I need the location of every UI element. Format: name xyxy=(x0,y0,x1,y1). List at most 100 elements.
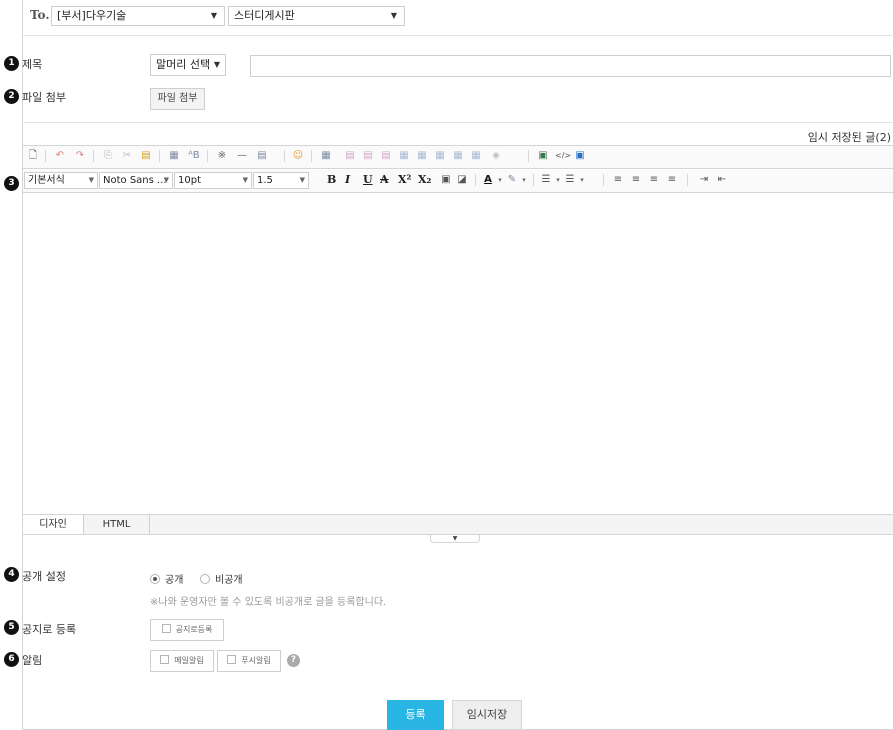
paragraph-style-select[interactable]: 기본서식 ▼ xyxy=(24,172,98,189)
italic-button[interactable]: I xyxy=(345,173,350,186)
mail-alarm-label: 메일알림 xyxy=(174,656,204,665)
underline-button[interactable]: U xyxy=(363,173,373,186)
table-cell-icon[interactable]: ▦ xyxy=(433,149,447,163)
table-insert-icon[interactable]: ▦ xyxy=(451,149,465,163)
bold-button[interactable]: B xyxy=(327,173,336,186)
special-char-icon[interactable]: ※ xyxy=(215,149,229,163)
visibility-private-label: 비공개 xyxy=(215,575,243,586)
table-color-icon[interactable]: ◈ xyxy=(489,149,503,163)
font-size-value: 10pt xyxy=(178,175,201,186)
chevron-down-icon: ▼ xyxy=(210,11,217,20)
block-quote-icon[interactable]: ▤ xyxy=(255,149,269,163)
office-import-icon[interactable]: ▣ xyxy=(573,149,587,163)
find-icon[interactable]: ▦ xyxy=(167,149,181,163)
font-family-value: Noto Sans ... xyxy=(103,175,167,186)
notice-label: 공지로 등록 xyxy=(22,623,77,636)
toolbar-separator xyxy=(93,150,94,162)
title-input[interactable] xyxy=(250,55,891,77)
tab-design[interactable]: 디자인 xyxy=(23,515,84,535)
table-merge-icon[interactable]: ▤ xyxy=(361,149,375,163)
text-search-icon[interactable]: ◪ xyxy=(455,173,469,187)
table-delete-icon[interactable]: ▦ xyxy=(469,149,483,163)
to-label: To. xyxy=(30,8,50,22)
font-size-select[interactable]: 10pt ▼ xyxy=(174,172,252,189)
source-code-icon[interactable]: </> xyxy=(555,149,571,163)
toolbar-separator xyxy=(533,174,534,186)
step-badge-2: 2 xyxy=(4,89,19,104)
horizontal-rule-icon[interactable]: — xyxy=(235,149,249,163)
chevron-down-icon: ▼ xyxy=(242,176,248,184)
outdent-icon[interactable]: ⇤ xyxy=(715,173,729,187)
superscript-button[interactable]: X² xyxy=(398,173,411,186)
toolbar-separator xyxy=(311,150,312,162)
visibility-private-option[interactable]: 비공개 xyxy=(200,571,243,586)
align-justify-icon[interactable]: ≡ xyxy=(665,173,679,187)
chevron-down-icon: ▼ xyxy=(390,11,397,20)
help-icon[interactable]: ? xyxy=(287,654,300,667)
subscript-button[interactable]: X₂ xyxy=(418,173,431,186)
department-select-value: [부서]다우기술 xyxy=(57,9,127,22)
editor-mode-tabs: 디자인 HTML xyxy=(23,514,893,535)
board-select[interactable]: 스터디게시판 ▼ xyxy=(228,6,405,26)
table-style-icon[interactable]: ▤ xyxy=(343,149,357,163)
toolbar-separator xyxy=(207,150,208,162)
toolbar-separator xyxy=(687,174,688,186)
paste-icon[interactable]: ▤ xyxy=(139,149,153,163)
editor-content-area[interactable] xyxy=(23,193,893,514)
notice-checkbox[interactable]: 공지로등록 xyxy=(150,619,224,641)
line-height-value: 1.5 xyxy=(257,175,273,186)
temp-saved-link[interactable]: 임시 저장된 글(2) xyxy=(808,129,891,145)
divider xyxy=(23,122,893,123)
paragraph-style-value: 기본서식 xyxy=(28,175,65,186)
undo-icon[interactable]: ↶ xyxy=(53,149,67,163)
image-icon[interactable]: ▣ xyxy=(536,149,550,163)
cut-icon[interactable]: ✂ xyxy=(120,149,134,163)
chevron-down-icon: ▼ xyxy=(163,176,169,184)
checkbox-icon xyxy=(227,655,237,664)
toolbar-separator xyxy=(603,174,604,186)
spellcheck-icon[interactable]: ᴬB xyxy=(187,149,201,163)
chevron-down-icon: ▼ xyxy=(452,535,458,542)
department-select[interactable]: [부서]다우기술 ▼ xyxy=(51,6,225,26)
title-label: 제목 xyxy=(22,58,43,71)
attach-file-button[interactable]: 파일 첨부 xyxy=(150,88,205,110)
table-col-icon[interactable]: ▦ xyxy=(415,149,429,163)
chevron-down-icon: ▼ xyxy=(299,176,305,184)
font-family-select[interactable]: Noto Sans ... ▼ xyxy=(99,172,173,189)
copy-icon[interactable]: ⎘ xyxy=(101,149,115,163)
mail-alarm-checkbox[interactable]: 메일알림 xyxy=(150,650,214,672)
alarm-label: 알림 xyxy=(22,654,43,667)
align-right-icon[interactable]: ≡ xyxy=(647,173,661,187)
temp-save-button[interactable]: 임시저장 xyxy=(452,700,522,730)
visibility-public-label: 공개 xyxy=(165,575,184,586)
step-badge-1: 1 xyxy=(4,56,19,71)
toolbar-separator xyxy=(475,174,476,186)
chevron-down-icon[interactable]: ▾ xyxy=(517,173,531,187)
table-row-icon[interactable]: ▦ xyxy=(397,149,411,163)
prefix-select-value: 말머리 선택 xyxy=(156,58,211,71)
emoticon-icon[interactable]: ☺ xyxy=(291,149,305,163)
step-badge-3: 3 xyxy=(4,176,19,191)
align-left-icon[interactable]: ≡ xyxy=(611,173,625,187)
visibility-label: 공개 설정 xyxy=(22,570,66,583)
strikethrough-button[interactable]: A xyxy=(380,173,389,186)
visibility-public-option[interactable]: 공개 xyxy=(150,571,183,586)
editor-resize-handle[interactable]: ▼ xyxy=(430,535,480,543)
align-center-icon[interactable]: ≡ xyxy=(629,173,643,187)
notice-checkbox-label: 공지로등록 xyxy=(175,625,213,634)
table-icon[interactable]: ▦ xyxy=(319,149,333,163)
radio-selected-icon xyxy=(150,574,160,584)
line-height-select[interactable]: 1.5 ▼ xyxy=(253,172,309,189)
indent-icon[interactable]: ⇥ xyxy=(697,173,711,187)
chevron-down-icon: ▼ xyxy=(213,60,220,69)
submit-button[interactable]: 등록 xyxy=(387,700,444,730)
table-split-icon[interactable]: ▤ xyxy=(379,149,393,163)
new-document-icon[interactable]: 🗋 xyxy=(26,149,40,163)
chevron-down-icon[interactable]: ▾ xyxy=(575,173,589,187)
tab-html[interactable]: HTML xyxy=(84,515,150,535)
redo-icon[interactable]: ↷ xyxy=(73,149,87,163)
push-alarm-checkbox[interactable]: 푸시알림 xyxy=(217,650,281,672)
prefix-select[interactable]: 말머리 선택 ▼ xyxy=(150,54,226,76)
text-box-icon[interactable]: ▣ xyxy=(439,173,453,187)
toolbar-separator xyxy=(159,150,160,162)
